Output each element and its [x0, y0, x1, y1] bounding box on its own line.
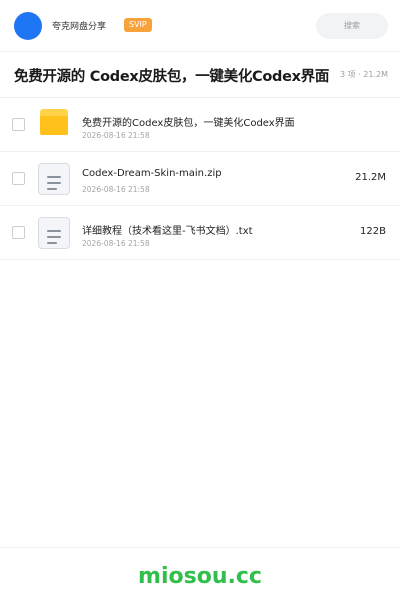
row-checkbox[interactable] [12, 226, 25, 239]
file-name[interactable]: 详细教程（技术看这里-飞书文档）.txt [82, 222, 253, 237]
file-icon [38, 163, 70, 195]
row-checkbox[interactable] [12, 118, 25, 131]
file-size: 122B [360, 226, 386, 237]
file-icon [38, 217, 70, 249]
file-name[interactable]: 免费开源的Codex皮肤包，一键美化Codex界面 [82, 114, 295, 129]
avatar[interactable] [14, 12, 42, 40]
file-row[interactable]: Codex-Dream-Skin-main.zip 2026-08-16 21:… [0, 152, 400, 206]
file-row[interactable]: 详细教程（技术看这里-飞书文档）.txt 2026-08-16 21:58 12… [0, 206, 400, 260]
file-row[interactable]: 免费开源的Codex皮肤包，一键美化Codex界面 2026-08-16 21:… [0, 98, 400, 152]
file-date: 2026-08-16 21:58 [82, 239, 150, 248]
footer: miosou.cc [0, 547, 400, 600]
share-title-row: 免费开源的 Codex皮肤包，一键美化Codex界面 3 项 · 21.2M [0, 52, 400, 98]
watermark: miosou.cc [138, 564, 262, 589]
folder-icon [40, 109, 68, 135]
search-input[interactable]: 搜索 [316, 13, 388, 39]
row-checkbox[interactable] [12, 172, 25, 185]
user-name[interactable]: 夸克网盘分享 [52, 19, 106, 32]
page-title: 免费开源的 Codex皮肤包，一键美化Codex界面 [14, 69, 330, 85]
file-date: 2026-08-16 21:58 [82, 131, 150, 140]
share-meta: 3 项 · 21.2M [337, 69, 388, 80]
file-name[interactable]: Codex-Dream-Skin-main.zip [82, 168, 222, 179]
file-size: 21.2M [355, 172, 386, 183]
file-date: 2026-08-16 21:58 [82, 185, 150, 194]
svip-badge: SVIP [124, 18, 152, 32]
top-bar: 夸克网盘分享 SVIP 搜索 [0, 0, 400, 52]
